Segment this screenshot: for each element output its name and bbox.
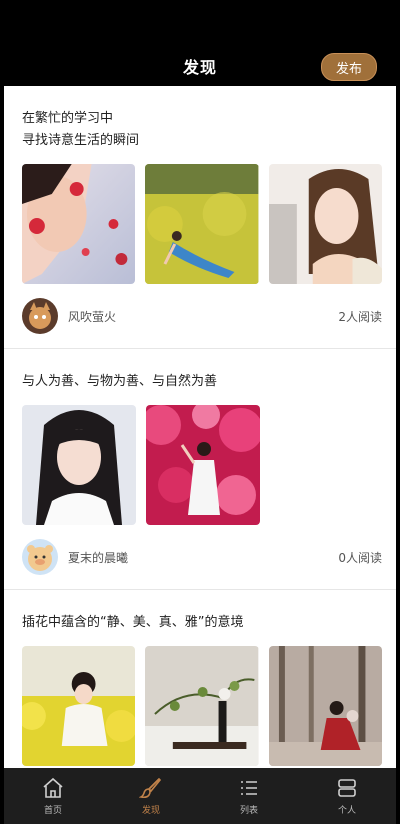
tab-label: 首页 <box>43 806 62 816</box>
post-meta: 风吹萤火 2人阅读 <box>22 284 382 348</box>
post-image[interactable] <box>22 164 136 284</box>
tab-label: 个人 <box>337 806 356 816</box>
post-images <box>22 164 382 284</box>
post-image[interactable] <box>268 646 382 766</box>
tab-label: 发现 <box>141 806 160 816</box>
post-card[interactable]: 插花中蕴含的“静、美、真、雅”的意境 <box>4 590 396 766</box>
tab-discover[interactable]: 发现 <box>102 768 200 824</box>
post-image[interactable] <box>22 405 136 525</box>
post-image[interactable] <box>145 164 259 284</box>
username[interactable]: 风吹萤火 <box>68 308 338 325</box>
tab-profile[interactable]: 个人 <box>298 768 396 824</box>
header-bar: 发现 发布 <box>4 0 396 86</box>
post-card[interactable]: 与人为善、与物为善、与自然为善 夏末的晨曦 0人阅读 <box>4 349 396 589</box>
avatar[interactable] <box>22 539 58 575</box>
tab-list[interactable]: 列表 <box>200 768 298 824</box>
post-image[interactable] <box>146 405 260 525</box>
post-text: 插花中蕴含的“静、美、真、雅”的意境 <box>22 615 244 630</box>
list-icon <box>241 781 257 795</box>
post-images <box>22 405 382 525</box>
post-text: 与人为善、与物为善、与自然为善 <box>22 374 218 389</box>
username[interactable]: 夏末的晨曦 <box>68 549 338 566</box>
publish-button[interactable]: 发布 <box>321 53 377 81</box>
post-image[interactable] <box>268 164 382 284</box>
home-icon <box>43 777 63 798</box>
brush-icon <box>139 777 162 799</box>
avatar[interactable] <box>22 298 58 334</box>
post-meta: 夏末的晨曦 0人阅读 <box>22 525 382 589</box>
bottom-tab-bar: 首页 发现 列表 个人 <box>4 768 396 824</box>
profile-icon <box>338 779 356 797</box>
post-feed[interactable]: 在繁忙的学习中 寻找诗意生活的瞬间 风吹萤火 2人阅读 与人为善、与物为善、与自… <box>4 86 396 768</box>
post-card[interactable]: 在繁忙的学习中 寻找诗意生活的瞬间 风吹萤火 2人阅读 <box>4 86 396 348</box>
read-count: 0人阅读 <box>338 550 382 565</box>
post-text: 在繁忙的学习中 寻找诗意生活的瞬间 <box>22 111 140 148</box>
read-count: 2人阅读 <box>338 309 382 324</box>
post-images <box>22 646 382 766</box>
tab-home[interactable]: 首页 <box>4 768 102 824</box>
post-image[interactable] <box>22 646 136 766</box>
post-image[interactable] <box>145 646 259 766</box>
tab-label: 列表 <box>239 806 258 816</box>
discover-screen: 发现 发布 在繁忙的学习中 寻找诗意生活的瞬间 风吹萤火 2人阅读 与人为善、与… <box>4 0 396 824</box>
